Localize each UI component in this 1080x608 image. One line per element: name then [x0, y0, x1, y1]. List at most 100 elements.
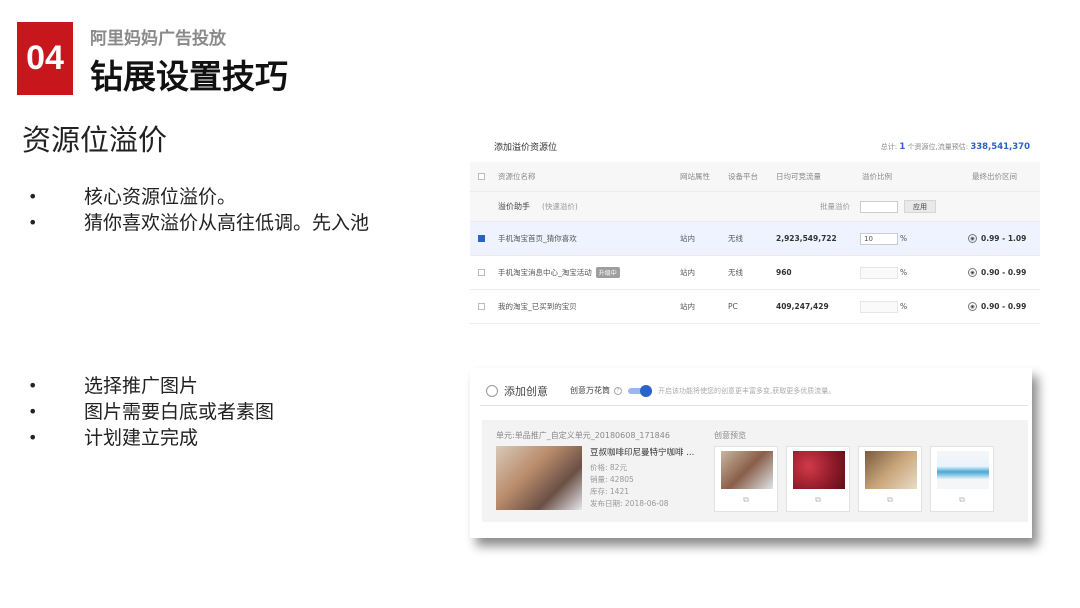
eye-icon[interactable]: ◉ [968, 268, 977, 277]
eye-icon[interactable]: ◉ [968, 234, 977, 243]
bullet-text: 猜你喜欢溢价从高往低调。先入池 [84, 212, 370, 234]
thumbnail-image [865, 451, 917, 489]
creative-thumbnail[interactable]: ⧉ [858, 446, 922, 512]
copy-icon[interactable]: ⧉ [715, 495, 777, 505]
creative-thumbnail[interactable]: ⧉ [714, 446, 778, 512]
row-traffic: 2,923,549,722 [776, 234, 837, 243]
copy-icon[interactable]: ⧉ [787, 495, 849, 505]
page-kicker: 阿里妈妈广告投放 [90, 29, 226, 49]
unit-label: 单元:单品推广_自定义单元_20180608_171846 [496, 431, 670, 440]
section-title: 资源位溢价 [22, 123, 168, 157]
creative-toolbar: 添加创意 创意万花筒 ? 开启该功能将使您的创意更丰富多变,获取更多优质流量。 [480, 376, 1028, 406]
bullet-item: • 图片需要白底或者素图 [28, 399, 274, 425]
product-name: 豆叔咖啡印尼曼特宁咖啡 ... [590, 448, 695, 458]
row-checkbox[interactable] [478, 235, 485, 242]
summary-total: 338,541,370 [970, 142, 1030, 152]
creative-thumbnail[interactable]: ⧉ [786, 446, 850, 512]
row-platform: PC [728, 302, 738, 311]
helper-label: 溢价助手 [498, 202, 530, 211]
panel-header: 添加溢价资源位 总计: 1 个资源位,流量预估: 338,541,370 [470, 130, 1040, 162]
col-name: 资源位名称 [498, 172, 536, 181]
creative-thumbnail[interactable]: ⧉ [930, 446, 994, 512]
bullet-text: 计划建立完成 [84, 427, 199, 449]
bullet-icon: • [28, 213, 38, 232]
table-row[interactable]: 手机淘宝消息中心_淘宝活动 升级中 站内 无线 960 % ◉ 0.90 - 0.9… [470, 256, 1040, 290]
row-site: 站内 [680, 234, 695, 243]
select-all-checkbox[interactable] [478, 173, 485, 180]
traffic-summary: 总计: 1 个资源位,流量预估: 338,541,370 [881, 142, 1030, 152]
percent-unit: % [900, 268, 908, 277]
row-checkbox[interactable] [478, 269, 485, 276]
copy-icon[interactable]: ⧉ [859, 495, 921, 505]
bullet-item: • 选择推广图片 [28, 373, 274, 399]
col-platform: 设备平台 [728, 172, 758, 181]
batch-premium-input[interactable] [860, 200, 898, 213]
panel-title: 添加溢价资源位 [494, 143, 558, 153]
add-creative-panel: 添加创意 创意万花筒 ? 开启该功能将使您的创意更丰富多变,获取更多优质流量。 … [470, 368, 1032, 538]
bullet-icon: • [28, 428, 38, 447]
table-row[interactable]: 手机淘宝首页_猜你喜欢 站内 无线 2,923,549,722 10 % ◉ 0.… [470, 222, 1040, 256]
section-number-badge: 04 [17, 22, 73, 95]
row-name: 手机淘宝消息中心_淘宝活动 [498, 268, 592, 277]
creative-title: 添加创意 [504, 384, 548, 398]
bullet-text: 核心资源位溢价。 [84, 186, 237, 208]
premium-helper-row: 溢价助手 (快速溢价) 批量溢价 应用 [470, 192, 1040, 222]
creative-body: 单元:单品推广_自定义单元_20180608_171846 豆叔咖啡印尼曼特宁咖… [482, 420, 1028, 522]
apply-button[interactable]: 应用 [904, 200, 936, 213]
batch-premium-label: 批量溢价 [820, 202, 850, 211]
thumbnail-image [721, 451, 773, 489]
bullet-list-top: • 核心资源位溢价。 • 猜你喜欢溢价从高往低调。先入池 [28, 184, 369, 236]
bullet-item: • 猜你喜欢溢价从高往低调。先入池 [28, 210, 369, 236]
row-platform: 无线 [728, 234, 743, 243]
percent-unit: % [900, 234, 908, 243]
page-title: 钻展设置技巧 [90, 57, 288, 96]
row-checkbox[interactable] [478, 303, 485, 310]
kaleidoscope-note: 开启该功能将使您的创意更丰富多变,获取更多优质流量。 [658, 386, 836, 395]
row-platform: 无线 [728, 268, 743, 277]
premium-input[interactable] [860, 300, 898, 313]
premium-resource-panel: 添加溢价资源位 总计: 1 个资源位,流量预估: 338,541,370 资源位… [470, 130, 1040, 326]
row-name: 我的淘宝_已买到的宝贝 [498, 302, 577, 311]
copy-icon[interactable]: ⧉ [931, 495, 993, 505]
bullet-text: 图片需要白底或者素图 [84, 401, 275, 423]
row-range: 0.90 - 0.99 [981, 268, 1027, 277]
bullet-icon: • [28, 187, 38, 206]
bullet-text: 选择推广图片 [84, 375, 199, 397]
bullet-icon: • [28, 376, 38, 395]
thumbnail-image [937, 451, 989, 489]
row-traffic: 960 [776, 268, 792, 277]
help-icon[interactable]: ? [614, 386, 622, 395]
premium-input[interactable] [860, 266, 898, 279]
col-range: 最终出价区间 [972, 172, 1017, 181]
summary-mid: 个资源位,流量预估: [907, 143, 969, 151]
product-meta: 价格: 82元 销量: 42805 库存: 1421 发布日期: 2018-06… [590, 462, 669, 510]
bullet-list-bottom: • 选择推广图片 • 图片需要白底或者素图 • 计划建立完成 [28, 373, 274, 451]
table-row[interactable]: 我的淘宝_已买到的宝贝 站内 PC 409,247,429 % ◉ 0.90 - … [470, 290, 1040, 324]
col-traffic: 日均可竞流量 [776, 172, 821, 181]
row-site: 站内 [680, 268, 695, 277]
thumbnail-image [793, 451, 845, 489]
table-header: 资源位名称 网站属性 设备平台 日均可竞流量 溢价比例 最终出价区间 [470, 162, 1040, 192]
helper-hint: (快速溢价) [542, 202, 578, 211]
col-premium: 溢价比例 [862, 172, 892, 181]
summary-prefix: 总计: [880, 143, 898, 151]
percent-unit: % [900, 302, 908, 311]
kaleidoscope-toggle[interactable] [628, 384, 652, 397]
kaleidoscope-label: 创意万花筒 [570, 386, 610, 395]
bullet-item: • 核心资源位溢价。 [28, 184, 369, 210]
row-traffic: 409,247,429 [776, 302, 829, 311]
product-image[interactable] [496, 446, 582, 510]
row-range: 0.99 - 1.09 [981, 234, 1027, 243]
product-date: 发布日期: 2018-06-08 [590, 499, 669, 508]
lightbulb-icon [486, 384, 498, 397]
col-site: 网站属性 [680, 172, 710, 181]
product-stock: 库存: 1421 [590, 487, 629, 496]
eye-icon[interactable]: ◉ [968, 302, 977, 311]
row-name: 手机淘宝首页_猜你喜欢 [498, 234, 577, 243]
product-price: 价格: 82元 [590, 463, 627, 472]
bullet-item: • 计划建立完成 [28, 425, 274, 451]
premium-input[interactable]: 10 [860, 232, 898, 245]
row-site: 站内 [680, 302, 695, 311]
status-badge: 升级中 [595, 267, 620, 278]
summary-count: 1 [899, 142, 906, 152]
